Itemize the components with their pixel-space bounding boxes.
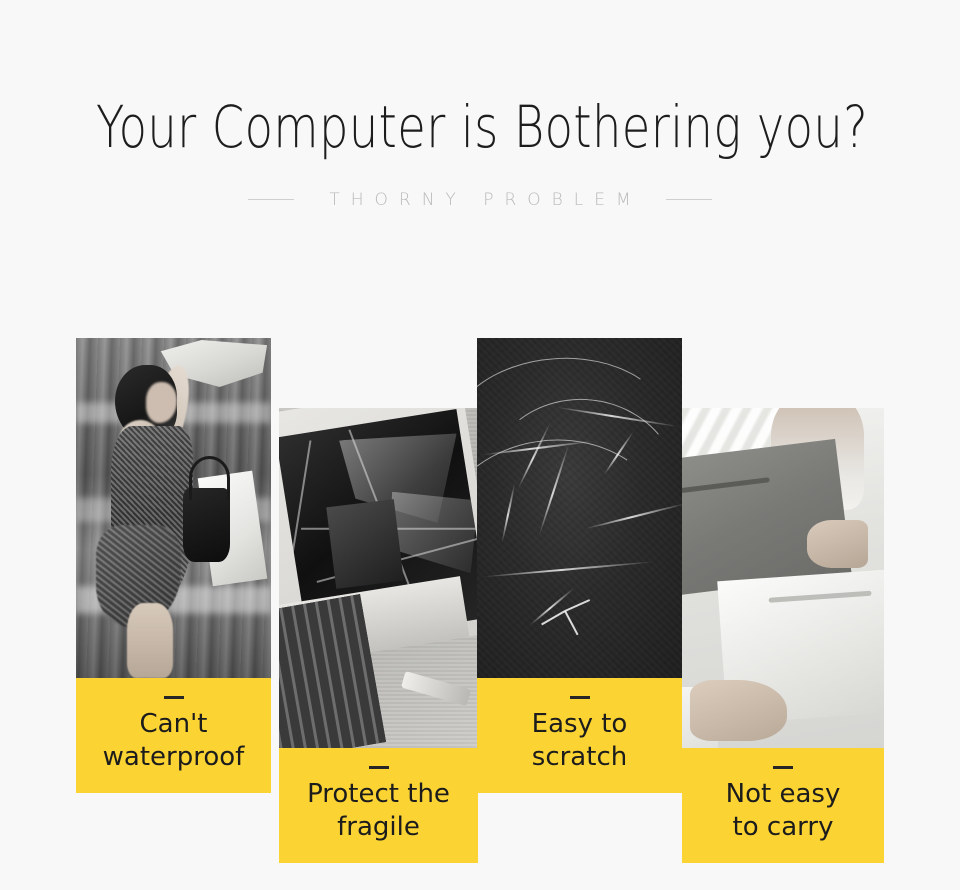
feature-card-grid: Can't waterproof Protect the fragile Eas… bbox=[0, 0, 960, 890]
feature-card-cant-waterproof[interactable]: Can't waterproof bbox=[76, 338, 271, 793]
feature-card-easy-to-scratch[interactable]: Easy to scratch bbox=[477, 338, 682, 793]
photo-legs bbox=[126, 603, 174, 678]
label-dash-icon bbox=[368, 766, 389, 769]
photo-loose-component bbox=[326, 499, 404, 589]
label-dash-icon bbox=[773, 766, 793, 769]
card-label-block: Not easy to carry bbox=[682, 748, 884, 863]
card-photo-carrying-bags bbox=[682, 408, 884, 748]
card-label-text: Can't waterproof bbox=[102, 709, 245, 773]
card-photo-scratched-surface bbox=[477, 338, 682, 678]
label-dash-icon bbox=[163, 696, 184, 699]
photo-scratch-star bbox=[541, 596, 592, 636]
card-label-text: Easy to scratch bbox=[531, 709, 628, 773]
feature-card-not-easy-to-carry[interactable]: Not easy to carry bbox=[682, 408, 884, 863]
card-photo-broken-laptop bbox=[279, 408, 478, 748]
photo-scratch-ray bbox=[564, 599, 590, 613]
card-label-block: Can't waterproof bbox=[76, 678, 271, 793]
card-label-block: Easy to scratch bbox=[477, 678, 682, 793]
photo-handbag bbox=[183, 456, 231, 563]
photo-dark-bag bbox=[682, 438, 852, 595]
card-label-block: Protect the fragile bbox=[279, 748, 478, 863]
card-label-text: Protect the fragile bbox=[307, 779, 450, 843]
card-label-text: Not easy to carry bbox=[725, 779, 841, 843]
feature-card-protect-the-fragile[interactable]: Protect the fragile bbox=[279, 408, 478, 863]
photo-hand-lower bbox=[690, 680, 788, 742]
photo-hand-upper bbox=[807, 520, 868, 568]
card-photo-rain-woman bbox=[76, 338, 271, 678]
label-dash-icon bbox=[569, 696, 590, 699]
